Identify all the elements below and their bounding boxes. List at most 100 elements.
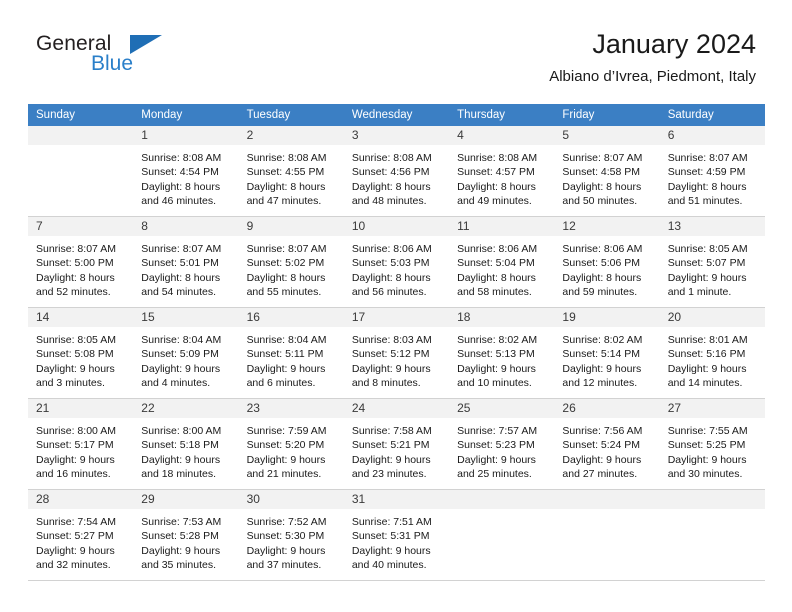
sunset-time: Sunset: 5:03 PM xyxy=(351,257,430,270)
weekday-header-sunday: Sunday xyxy=(28,104,134,126)
daylight-duration-line2: and 56 minutes. xyxy=(351,286,427,299)
day-details: Sunrise: 8:07 AM Sunset: 5:01 PM Daylight:… xyxy=(133,236,238,300)
weekday-header-thursday: Thursday xyxy=(449,104,555,126)
day-number: 10 xyxy=(343,217,450,236)
day-details xyxy=(554,509,659,515)
sunrise-time: Sunrise: 8:08 AM xyxy=(141,152,222,164)
daylight-duration-line2: and 10 minutes. xyxy=(457,377,532,390)
daylight-duration-line2: and 30 minutes. xyxy=(667,468,743,481)
calendar-day-cell[interactable]: 10 Sunrise: 8:06 AM Sunset: 5:03 PM Dayligh… xyxy=(343,216,450,308)
day-details: Sunrise: 8:04 AM Sunset: 5:09 PM Daylight:… xyxy=(133,327,238,391)
day-details: Sunrise: 7:59 AM Sunset: 5:20 PM Daylight:… xyxy=(239,418,344,482)
weekday-header-tuesday: Tuesday xyxy=(238,104,344,126)
daylight-duration-line2: and 46 minutes. xyxy=(141,195,216,208)
calendar-day-cell[interactable]: 19 Sunrise: 8:02 AM Sunset: 5:14 PM Dayligh… xyxy=(554,307,660,399)
calendar-day-cell[interactable]: 23 Sunrise: 7:59 AM Sunset: 5:20 PM Dayligh… xyxy=(238,398,344,490)
sunrise-time: Sunrise: 7:57 AM xyxy=(457,425,538,437)
day-details: Sunrise: 8:07 AM Sunset: 5:02 PM Daylight:… xyxy=(239,236,344,300)
calendar-day-cell[interactable]: 2 Sunrise: 8:08 AM Sunset: 4:55 PM Daylight… xyxy=(238,126,344,217)
sunset-time: Sunset: 5:00 PM xyxy=(36,257,114,270)
calendar-day-cell[interactable]: 3 Sunrise: 8:08 AM Sunset: 4:56 PM Daylight… xyxy=(343,126,450,217)
calendar-week-row: 21 Sunrise: 8:00 AM Sunset: 5:17 PM Dayligh… xyxy=(28,398,765,490)
calendar-day-cell[interactable]: 12 Sunrise: 8:06 AM Sunset: 5:06 PM Dayligh… xyxy=(554,216,660,308)
daylight-duration-line1: Daylight: 8 hours xyxy=(351,180,431,193)
sunset-time: Sunset: 4:56 PM xyxy=(351,166,430,179)
daylight-duration-line1: Daylight: 9 hours xyxy=(141,544,221,557)
sunrise-time: Sunrise: 8:03 AM xyxy=(351,334,432,346)
sunrise-time: Sunrise: 8:00 AM xyxy=(141,425,222,437)
day-number: 2 xyxy=(238,126,344,145)
calendar-day-cell[interactable]: 24 Sunrise: 7:58 AM Sunset: 5:21 PM Dayligh… xyxy=(343,398,450,490)
daylight-duration-line2: and 47 minutes. xyxy=(246,195,322,208)
calendar-header-row: Sunday Monday Tuesday Wednesday Thursday… xyxy=(28,104,765,126)
sunset-time: Sunset: 5:24 PM xyxy=(562,439,641,452)
calendar-day-cell[interactable]: 14 Sunrise: 8:05 AM Sunset: 5:08 PM Dayligh… xyxy=(28,307,134,399)
sunset-time: Sunset: 5:12 PM xyxy=(351,348,430,361)
day-details: Sunrise: 8:07 AM Sunset: 5:00 PM Daylight:… xyxy=(28,236,133,300)
daylight-duration-line2: and 58 minutes. xyxy=(457,286,532,299)
calendar-day-cell[interactable]: 16 Sunrise: 8:04 AM Sunset: 5:11 PM Dayligh… xyxy=(238,307,344,399)
calendar-day-cell[interactable]: 31 Sunrise: 7:51 AM Sunset: 5:31 PM Dayligh… xyxy=(343,489,450,581)
calendar-day-cell[interactable]: 26 Sunrise: 7:56 AM Sunset: 5:24 PM Dayligh… xyxy=(554,398,660,490)
calendar-day-cell[interactable]: 7 Sunrise: 8:07 AM Sunset: 5:00 PM Daylight… xyxy=(28,216,134,308)
daylight-duration-line1: Daylight: 9 hours xyxy=(667,362,747,375)
calendar-day-cell[interactable]: 20 Sunrise: 8:01 AM Sunset: 5:16 PM Dayligh… xyxy=(659,307,765,399)
calendar-day-cell[interactable]: 4 Sunrise: 8:08 AM Sunset: 4:57 PM Daylight… xyxy=(449,126,555,217)
calendar-day-cell[interactable]: 30 Sunrise: 7:52 AM Sunset: 5:30 PM Dayligh… xyxy=(238,489,344,581)
daylight-duration-line1: Daylight: 8 hours xyxy=(667,180,747,193)
day-details: Sunrise: 7:58 AM Sunset: 5:21 PM Daylight:… xyxy=(344,418,449,482)
calendar-day-cell[interactable]: 11 Sunrise: 8:06 AM Sunset: 5:04 PM Dayligh… xyxy=(449,216,555,308)
calendar-day-cell[interactable]: 18 Sunrise: 8:02 AM Sunset: 5:13 PM Dayligh… xyxy=(449,307,555,399)
sunrise-time: Sunrise: 7:51 AM xyxy=(351,516,432,528)
day-details: Sunrise: 8:06 AM Sunset: 5:04 PM Daylight:… xyxy=(449,236,554,300)
sunset-time: Sunset: 5:30 PM xyxy=(246,530,325,543)
daylight-duration-line1: Daylight: 9 hours xyxy=(351,544,431,557)
sunset-time: Sunset: 4:55 PM xyxy=(246,166,325,179)
calendar-day-cell[interactable]: 9 Sunrise: 8:07 AM Sunset: 5:02 PM Daylight… xyxy=(238,216,344,308)
sunset-time: Sunset: 5:06 PM xyxy=(562,257,641,270)
day-number: 22 xyxy=(133,399,239,418)
calendar-day-cell[interactable]: 5 Sunrise: 8:07 AM Sunset: 4:58 PM Daylight… xyxy=(554,126,660,217)
day-number: 20 xyxy=(659,308,765,327)
calendar-day-cell[interactable]: 29 Sunrise: 7:53 AM Sunset: 5:28 PM Dayligh… xyxy=(133,489,239,581)
general-blue-logo[interactable]: General Blue xyxy=(36,32,176,88)
day-number: 23 xyxy=(238,399,344,418)
sunset-time: Sunset: 5:14 PM xyxy=(562,348,641,361)
logo-text-blue: Blue xyxy=(91,52,134,75)
calendar-day-cell-empty xyxy=(659,489,765,581)
day-number: 13 xyxy=(659,217,765,236)
day-details: Sunrise: 7:52 AM Sunset: 5:30 PM Daylight:… xyxy=(239,509,344,573)
daylight-duration-line1: Daylight: 9 hours xyxy=(351,453,431,466)
day-number: 19 xyxy=(554,308,660,327)
daylight-duration-line1: Daylight: 9 hours xyxy=(141,362,221,375)
sunset-time: Sunset: 5:20 PM xyxy=(246,439,325,452)
calendar-day-cell[interactable]: 17 Sunrise: 8:03 AM Sunset: 5:12 PM Dayligh… xyxy=(343,307,450,399)
day-number: 5 xyxy=(554,126,660,145)
calendar-day-cell[interactable]: 8 Sunrise: 8:07 AM Sunset: 5:01 PM Daylight… xyxy=(133,216,239,308)
calendar-day-cell[interactable]: 21 Sunrise: 8:00 AM Sunset: 5:17 PM Dayligh… xyxy=(28,398,134,490)
daylight-duration-line2: and 52 minutes. xyxy=(36,286,111,299)
sunrise-time: Sunrise: 8:08 AM xyxy=(351,152,432,164)
calendar-day-cell[interactable]: 28 Sunrise: 7:54 AM Sunset: 5:27 PM Dayligh… xyxy=(28,489,134,581)
sunset-time: Sunset: 5:07 PM xyxy=(667,257,746,270)
calendar-day-cell[interactable]: 13 Sunrise: 8:05 AM Sunset: 5:07 PM Dayligh… xyxy=(659,216,765,308)
daylight-duration-line2: and 55 minutes. xyxy=(246,286,322,299)
daylight-duration-line1: Daylight: 8 hours xyxy=(246,180,326,193)
calendar-day-cell[interactable]: 22 Sunrise: 8:00 AM Sunset: 5:18 PM Dayligh… xyxy=(133,398,239,490)
day-details: Sunrise: 7:53 AM Sunset: 5:28 PM Daylight:… xyxy=(133,509,238,573)
day-details: Sunrise: 8:08 AM Sunset: 4:56 PM Daylight:… xyxy=(344,145,449,209)
calendar-day-cell[interactable]: 27 Sunrise: 7:55 AM Sunset: 5:25 PM Dayligh… xyxy=(659,398,765,490)
sunset-time: Sunset: 5:13 PM xyxy=(457,348,535,361)
day-number: 15 xyxy=(133,308,239,327)
sunrise-time: Sunrise: 8:02 AM xyxy=(457,334,538,346)
calendar-day-cell[interactable]: 25 Sunrise: 7:57 AM Sunset: 5:23 PM Dayligh… xyxy=(449,398,555,490)
day-number: 3 xyxy=(343,126,450,145)
daylight-duration-line2: and 27 minutes. xyxy=(562,468,638,481)
page-subtitle: Albiano d’Ivrea, Piedmont, Italy xyxy=(549,68,756,85)
calendar-day-cell[interactable]: 6 Sunrise: 8:07 AM Sunset: 4:59 PM Daylight… xyxy=(659,126,765,217)
calendar-day-cell[interactable]: 15 Sunrise: 8:04 AM Sunset: 5:09 PM Dayligh… xyxy=(133,307,239,399)
daylight-duration-line2: and 51 minutes. xyxy=(667,195,743,208)
day-number: 4 xyxy=(449,126,555,145)
daylight-duration-line1: Daylight: 9 hours xyxy=(246,362,326,375)
calendar-day-cell[interactable]: 1 Sunrise: 8:08 AM Sunset: 4:54 PM Daylight… xyxy=(133,126,239,217)
